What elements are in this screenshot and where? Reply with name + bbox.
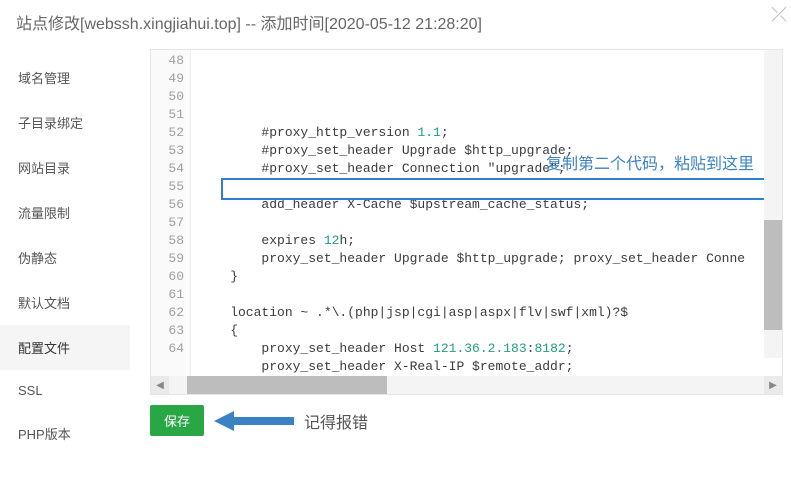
sidebar-item-label: PHP版本 bbox=[18, 427, 71, 442]
annotation-save-note: 记得报错 bbox=[304, 409, 368, 433]
sidebar-item-sitedir[interactable]: 网站目录 bbox=[0, 145, 130, 190]
sidebar-item-subdir[interactable]: 子目录绑定 bbox=[0, 100, 130, 145]
sidebar-item-rewrite[interactable]: 伪静态 bbox=[0, 235, 130, 280]
horizontal-scroll-thumb[interactable] bbox=[187, 376, 387, 394]
sidebar-item-label: 域名管理 bbox=[18, 71, 70, 86]
horizontal-scrollbar[interactable]: ◀ ▶ bbox=[151, 376, 782, 394]
editor-gutter: 4849505152535455565758596061626364 bbox=[151, 50, 191, 376]
sidebar-item-label: 子目录绑定 bbox=[18, 116, 83, 131]
sidebar-item-label: 网站目录 bbox=[18, 161, 70, 176]
sidebar-item-label: 流量限制 bbox=[18, 206, 70, 221]
dialog-title: 站点修改[webssh.xingjiahui.top] -- 添加时间[2020… bbox=[16, 16, 482, 33]
sidebar-item-ssl[interactable]: SSL bbox=[0, 370, 130, 411]
sidebar-item-domain[interactable]: 域名管理 bbox=[0, 55, 130, 100]
editor-code[interactable]: 复制第二个代码，粘贴到这里 #proxy_http_version 1.1; #… bbox=[191, 50, 782, 376]
sidebar-item-config[interactable]: 配置文件 bbox=[0, 325, 130, 370]
vertical-scroll-thumb[interactable] bbox=[764, 220, 782, 330]
scroll-right-icon[interactable]: ▶ bbox=[764, 376, 782, 394]
sidebar: 域名管理 子目录绑定 网站目录 流量限制 伪静态 默认文档 配置文件 SSL P… bbox=[0, 45, 130, 456]
sidebar-item-label: 伪静态 bbox=[18, 251, 57, 266]
sidebar-item-label: 默认文档 bbox=[18, 296, 70, 311]
close-icon[interactable]: ⤫ bbox=[771, 4, 787, 27]
arrow-annotation-icon bbox=[214, 406, 294, 436]
sidebar-item-php[interactable]: PHP版本 bbox=[0, 411, 130, 456]
sidebar-item-label: 配置文件 bbox=[18, 341, 70, 356]
code-editor[interactable]: 4849505152535455565758596061626364 复制第二个… bbox=[150, 49, 783, 395]
vertical-scrollbar[interactable] bbox=[764, 50, 782, 358]
sidebar-item-default-doc[interactable]: 默认文档 bbox=[0, 280, 130, 325]
sidebar-item-traffic[interactable]: 流量限制 bbox=[0, 190, 130, 235]
sidebar-item-label: SSL bbox=[18, 383, 43, 398]
scroll-left-icon[interactable]: ◀ bbox=[151, 376, 169, 394]
save-button[interactable]: 保存 bbox=[150, 405, 204, 436]
